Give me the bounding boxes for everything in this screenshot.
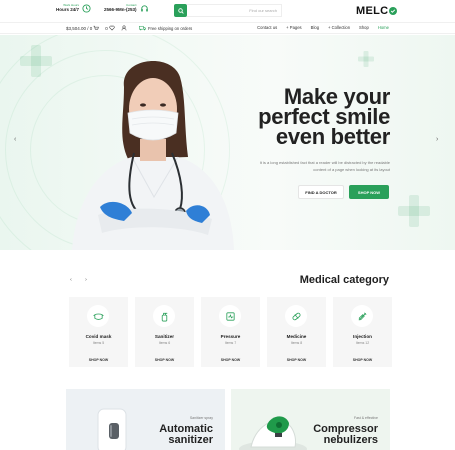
nebulizer-image [239,416,307,450]
logo[interactable]: MELC [356,5,398,17]
medical-cross-icon [358,51,374,67]
category-shop-link[interactable]: SHOP NOW [135,355,194,362]
sanitizer-icon [153,305,175,327]
category-next-button[interactable]: › [81,275,91,285]
category-card-covid-mask[interactable]: Covid mask Items 5 SHOP NOW [69,297,128,367]
search-input[interactable] [187,4,282,17]
syringe-icon [351,305,373,327]
navigation-bar: $3,504.00 / 0 0 Free shipping on orders … [0,22,455,34]
clock-icon [82,4,91,13]
nav-link-blog[interactable]: Blog [311,25,319,30]
shipping-promo-text: Free shipping on orders [148,25,193,31]
nav-link-collection-label: Collection [331,25,351,30]
category-shop-link[interactable]: SHOP NOW [333,355,392,362]
category-section-title: Medical category [299,274,389,286]
category-count: Items 8 [290,341,303,345]
cart-icon [93,25,100,30]
contact-value: 2566-9Mn-(253) [104,7,137,13]
pill-icon [285,305,307,327]
shop-now-button[interactable]: SHOP NOW [349,185,389,199]
promo-kicker: Fast & effective [353,416,378,420]
category-shop-link[interactable]: SHOP NOW [69,355,128,362]
heart-icon [109,25,115,31]
logo-text: MELC [356,5,389,17]
category-shop-link[interactable]: SHOP NOW [201,355,260,362]
nav-link-pages-label: Pages [289,25,302,30]
category-count: Items 7 [224,341,237,345]
hero-banner: ‹ › Make your perfect smile even better … [0,35,455,250]
category-count: Items 5 [92,341,105,345]
nav-link-home[interactable]: Home [378,25,389,30]
sanitizer-dispenser-image [97,408,127,450]
find-doctor-button[interactable]: FIND A DOCTOR [298,185,344,199]
search-bar [174,4,282,17]
search-icon [177,7,184,14]
category-card-sanitizer[interactable]: Sanitizer Items 6 SHOP NOW [135,297,194,367]
promo-automatic-sanitizer[interactable]: Sanitizer spray Automatic sanitizer [66,389,225,450]
top-header: Work Hours Hours 24/7 Contact 2566-9Mn-(… [0,0,455,22]
logo-mark-icon [389,7,398,15]
nav-link-shop[interactable]: Shop [359,25,369,30]
wishlist-count: 0 [105,25,108,31]
category-card-pressure[interactable]: Pressure Items 7 SHOP NOW [201,297,260,367]
category-count: Items 6 [158,341,171,345]
category-name: Sanitizer [154,334,175,339]
category-name: Pressure [220,334,241,339]
promo-kicker: Sanitizer spray [189,416,213,420]
category-count: Items 12 [355,341,370,345]
search-button[interactable] [174,4,187,17]
headset-icon [140,4,149,13]
work-hours: Work Hours Hours 24/7 [56,4,91,13]
category-card-medicine[interactable]: Medicine Items 8 SHOP NOW [267,297,326,367]
hero-title: Make your perfect smile even better [258,84,390,149]
hero-description: It is a long established fact that a rea… [259,160,390,172]
user-icon [121,25,127,31]
category-name: Covid mask [85,334,112,339]
truck-icon [139,25,146,31]
promo-heading-line: nebulizers [323,434,378,446]
nav-link-collection[interactable]: + Collection [328,25,350,30]
shipping-promo: Free shipping on orders [139,25,192,31]
main-menu: Contact us + Pages Blog + Collection Sho… [248,25,389,30]
user-account[interactable] [121,25,127,31]
hero-next-arrow[interactable]: › [436,136,438,143]
doctor-image [72,60,234,250]
category-list: Covid mask Items 5 SHOP NOW Sanitizer It… [69,297,392,367]
account-tools: $3,504.00 / 0 0 [66,25,133,31]
nav-link-pages[interactable]: + Pages [286,25,301,30]
medical-cross-icon [20,45,52,77]
category-name: Injection [353,334,372,339]
category-card-injection[interactable]: Injection Items 12 SHOP NOW [333,297,392,367]
cart-total[interactable]: $3,504.00 / 0 [66,25,100,31]
promo-compressor-nebulizers[interactable]: Fast & effective Compressor nebulizers [231,389,390,450]
category-shop-link[interactable]: SHOP NOW [267,355,326,362]
contact-info: Contact 2566-9Mn-(253) [104,4,149,13]
medical-cross-icon [398,195,430,227]
hero-prev-arrow[interactable]: ‹ [14,136,16,143]
nav-link-contact[interactable]: Contact us [257,25,277,30]
cart-total-value: $3,504.00 / 0 [66,25,93,31]
pressure-icon [219,305,241,327]
category-prev-button[interactable]: ‹ [66,275,76,285]
promo-heading: Automatic sanitizer [159,424,213,446]
promo-heading: Compressor nebulizers [313,424,378,446]
promo-heading-line: sanitizer [168,434,213,446]
work-hours-value: Hours 24/7 [56,7,80,13]
category-name: Medicine [286,334,307,339]
wishlist[interactable]: 0 [105,25,115,31]
mask-icon [87,305,109,327]
